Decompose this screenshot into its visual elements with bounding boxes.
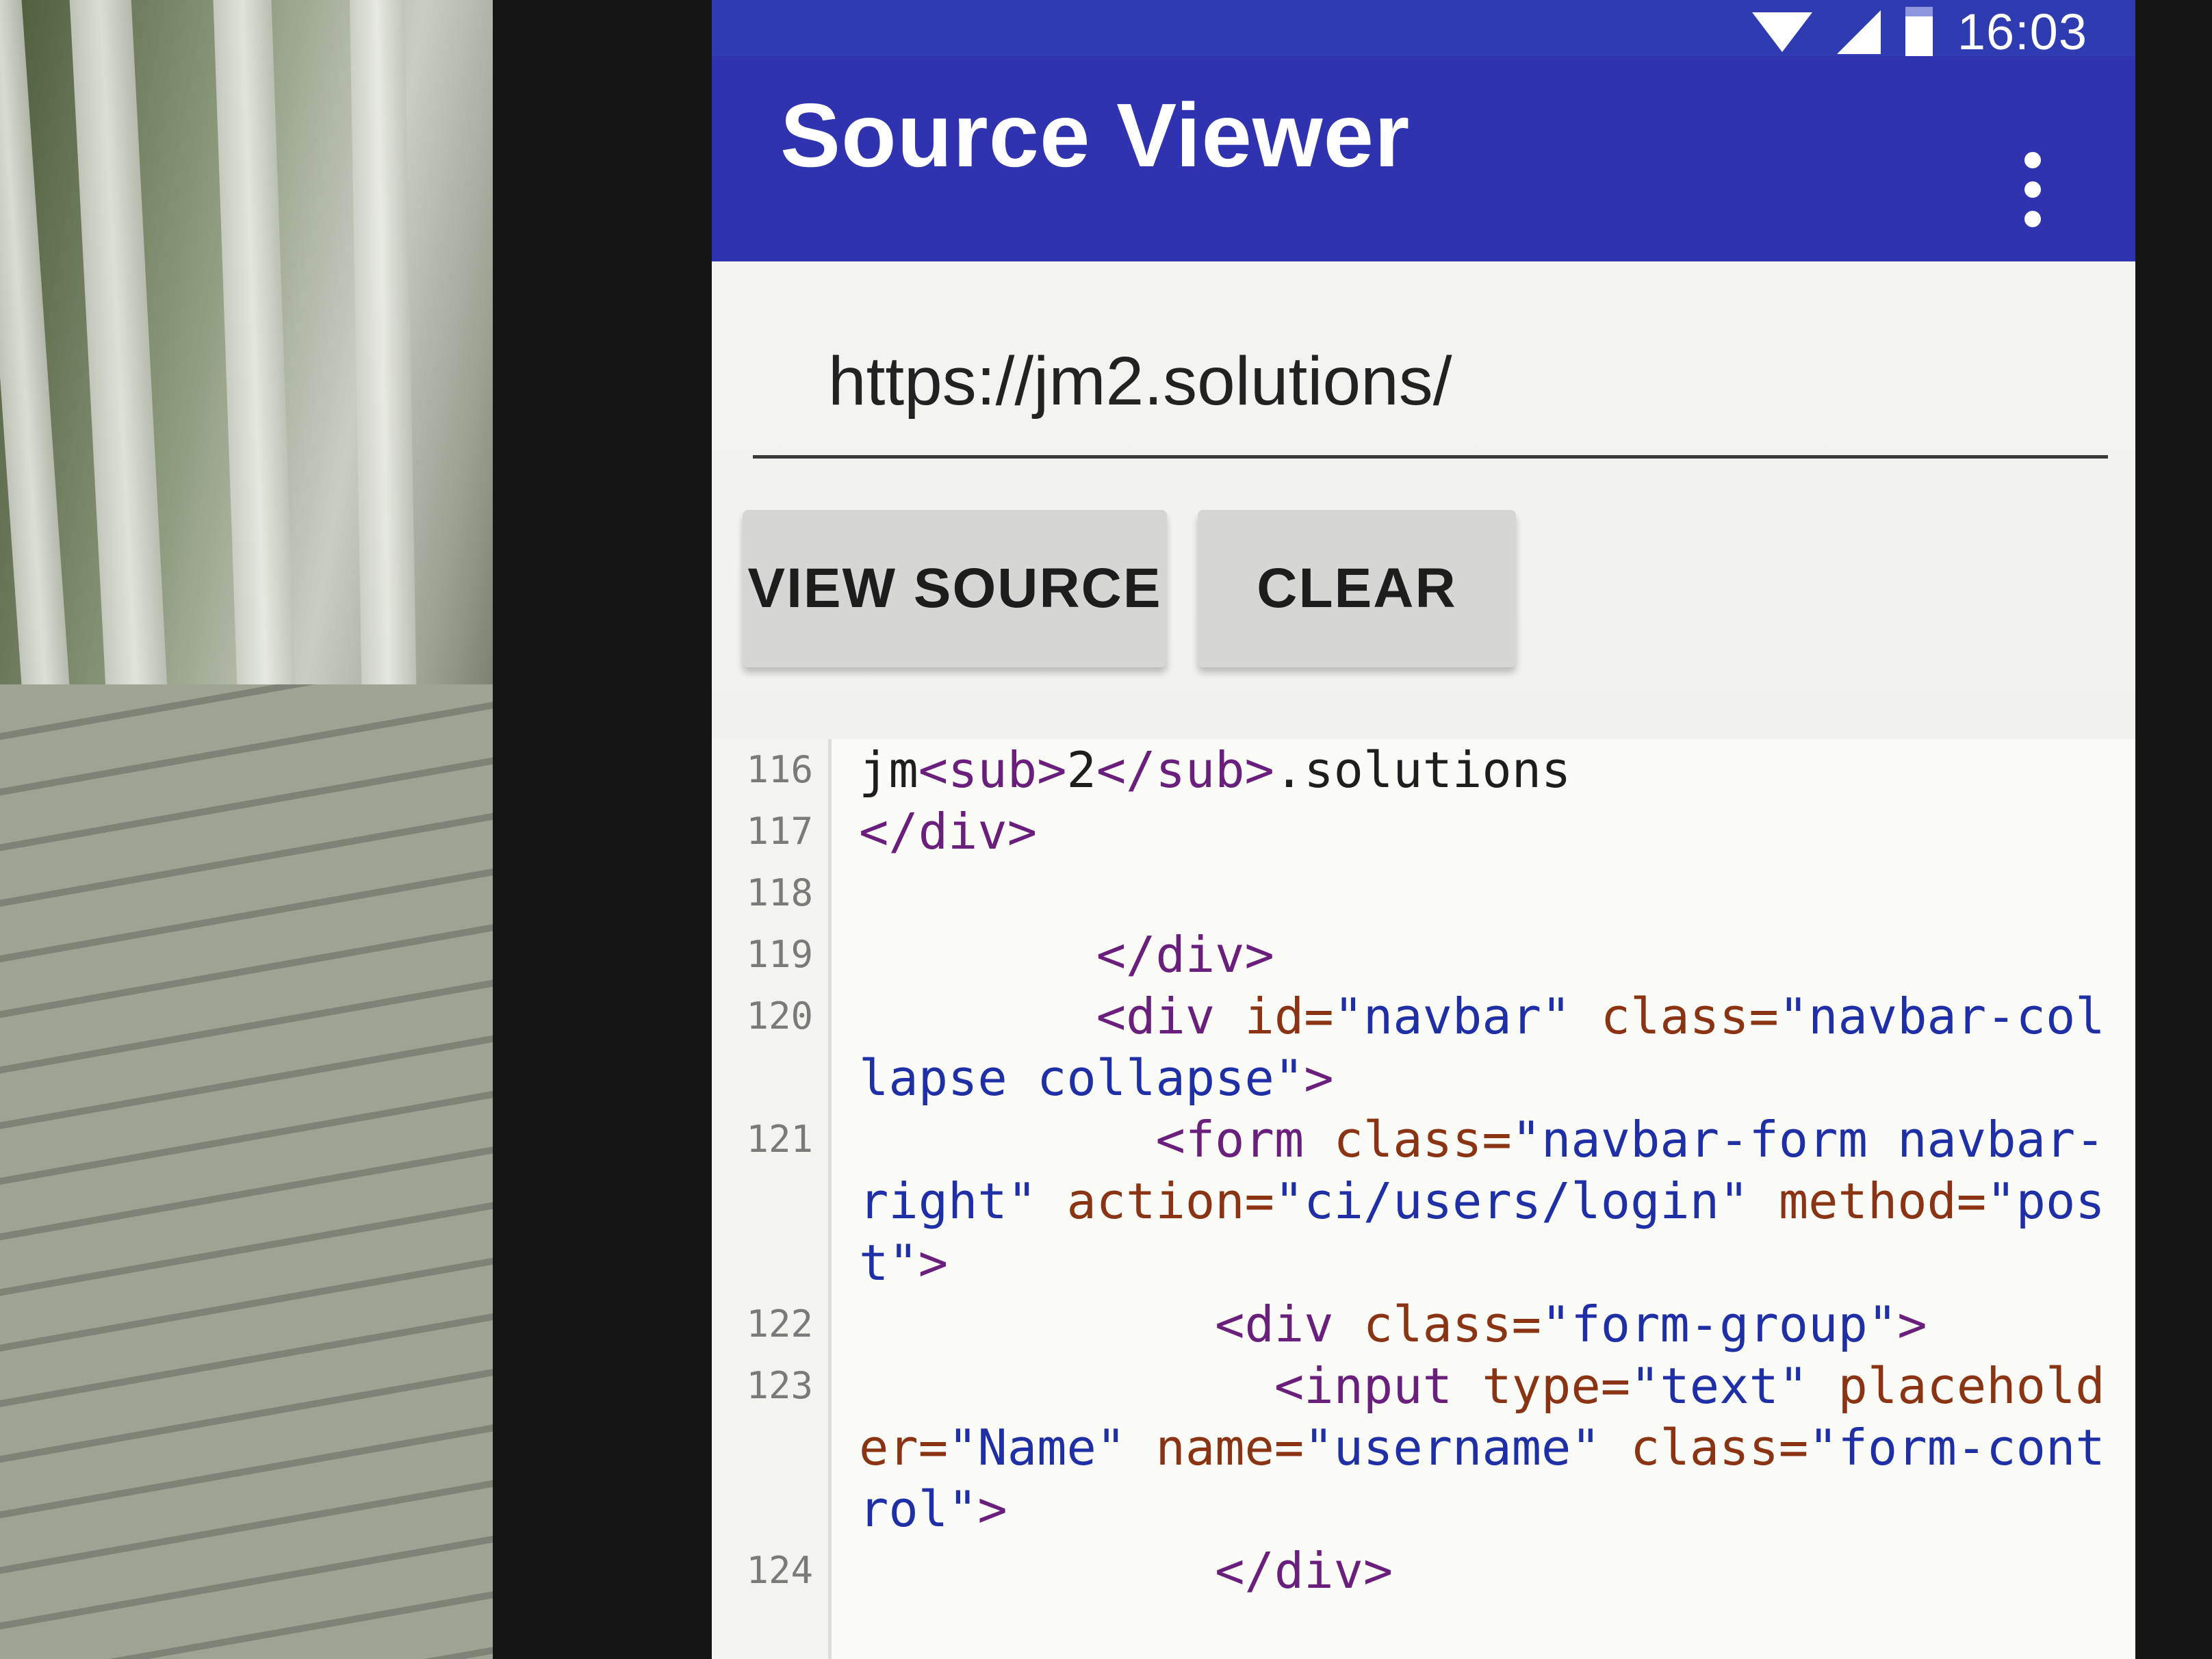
code-token: 2 (1066, 741, 1096, 799)
phone-screen: 16:03 Source Viewer VIEW SOURCE CLEAR 11… (712, 0, 2135, 1659)
background-railing-post (349, 0, 417, 712)
code-text: <div class="form-group"> (828, 1294, 2135, 1355)
code-token: </div> (1096, 926, 1274, 983)
status-bar: 16:03 (712, 0, 2135, 60)
code-token: class= (1363, 1296, 1542, 1353)
code-token: <div (1096, 988, 1245, 1045)
line-number: 116 (746, 748, 813, 791)
signal-icon (1836, 10, 1881, 54)
line-number: 118 (746, 871, 813, 914)
code-token: name= (1155, 1419, 1304, 1476)
code-token: </div> (859, 803, 1038, 860)
code-text: </div> (828, 924, 2135, 986)
code-line: 117 </div> (712, 801, 2135, 862)
code-line: 123 <input type="text" placeholder="Name… (712, 1355, 2135, 1540)
code-line: 118 (712, 862, 2135, 924)
code-token: "form-group" (1541, 1296, 1898, 1353)
code-text: <div id="navbar" class="navbar-collapse … (828, 986, 2135, 1109)
more-vert-icon[interactable] (2019, 152, 2046, 227)
view-source-button[interactable]: VIEW SOURCE (743, 510, 1167, 667)
clear-button[interactable]: CLEAR (1198, 510, 1516, 667)
code-line: 121 <form class="navbar-form navbar-righ… (712, 1109, 2135, 1294)
status-icons: 16:03 (1751, 3, 2087, 61)
code-text: jm<sub>2</sub>.solutions (828, 739, 2135, 801)
code-line: 119 </div> (712, 924, 2135, 986)
code-token: type= (1482, 1357, 1631, 1415)
code-token: <form (1155, 1111, 1334, 1168)
code-token: <input (1274, 1357, 1482, 1415)
code-token: "username" (1304, 1419, 1601, 1476)
photo-scene: 16:03 Source Viewer VIEW SOURCE CLEAR 11… (0, 0, 2212, 1659)
code-token: > (1897, 1296, 1927, 1353)
code-token: "text" (1630, 1357, 1809, 1415)
code-token: class= (1333, 1111, 1512, 1168)
url-input[interactable] (753, 308, 2108, 459)
code-token: class= (1630, 1419, 1809, 1476)
code-token: <div (1215, 1296, 1363, 1353)
line-number: 117 (746, 810, 813, 853)
code-text: <input type="text" placeholder="Name" na… (828, 1355, 2135, 1540)
line-number: 120 (746, 994, 813, 1038)
code-token: "ci/users/login" (1274, 1172, 1749, 1230)
code-text: </div> (828, 1540, 2135, 1602)
code-token: > (977, 1480, 1007, 1538)
background-railing-post (0, 0, 75, 753)
wifi-icon (1751, 12, 1812, 52)
background-deck (0, 684, 548, 1659)
code-token: > (918, 1234, 949, 1291)
code-line: 124 </div> (712, 1540, 2135, 1602)
menu-dot (2024, 152, 2041, 168)
app-title: Source Viewer (780, 85, 1411, 185)
code-token: "navbar" (1333, 988, 1571, 1045)
code-token: </div> (1215, 1542, 1393, 1599)
code-line: 122 <div class="form-group"> (712, 1294, 2135, 1355)
code-text: </div> (828, 801, 2135, 862)
line-number: 122 (746, 1302, 813, 1346)
background-railing-post (69, 0, 170, 739)
app-bar: Source Viewer (712, 56, 2135, 261)
menu-dot (2024, 181, 2041, 198)
status-time: 16:03 (1957, 3, 2087, 60)
line-number: 119 (746, 933, 813, 976)
code-token: "Name" (948, 1419, 1127, 1476)
source-code-view[interactable]: 116 jm<sub>2</sub>.solutions 117 </div> 118 … (712, 739, 2135, 1659)
code-token: .solutions (1274, 741, 1571, 799)
line-number: 123 (746, 1364, 813, 1407)
code-token: method= (1778, 1172, 1987, 1230)
code-text: <form class="navbar-form navbar-right" a… (828, 1109, 2135, 1294)
menu-dot (2024, 211, 2041, 227)
code-token: action= (1066, 1172, 1274, 1230)
code-token: <sub> (918, 741, 1067, 799)
code-token: class= (1600, 988, 1779, 1045)
line-number: 121 (746, 1118, 813, 1161)
background-railing-post (213, 0, 297, 725)
battery-icon (1905, 6, 1933, 57)
code-token: > (1304, 1049, 1334, 1107)
code-token: jm (859, 741, 918, 799)
code-token: id= (1244, 988, 1334, 1045)
code-line: 120 <div id="navbar" class="navbar-colla… (712, 986, 2135, 1109)
code-token: </sub> (1096, 741, 1274, 799)
line-number: 124 (746, 1549, 813, 1592)
code-line: 116 jm<sub>2</sub>.solutions (712, 739, 2135, 801)
